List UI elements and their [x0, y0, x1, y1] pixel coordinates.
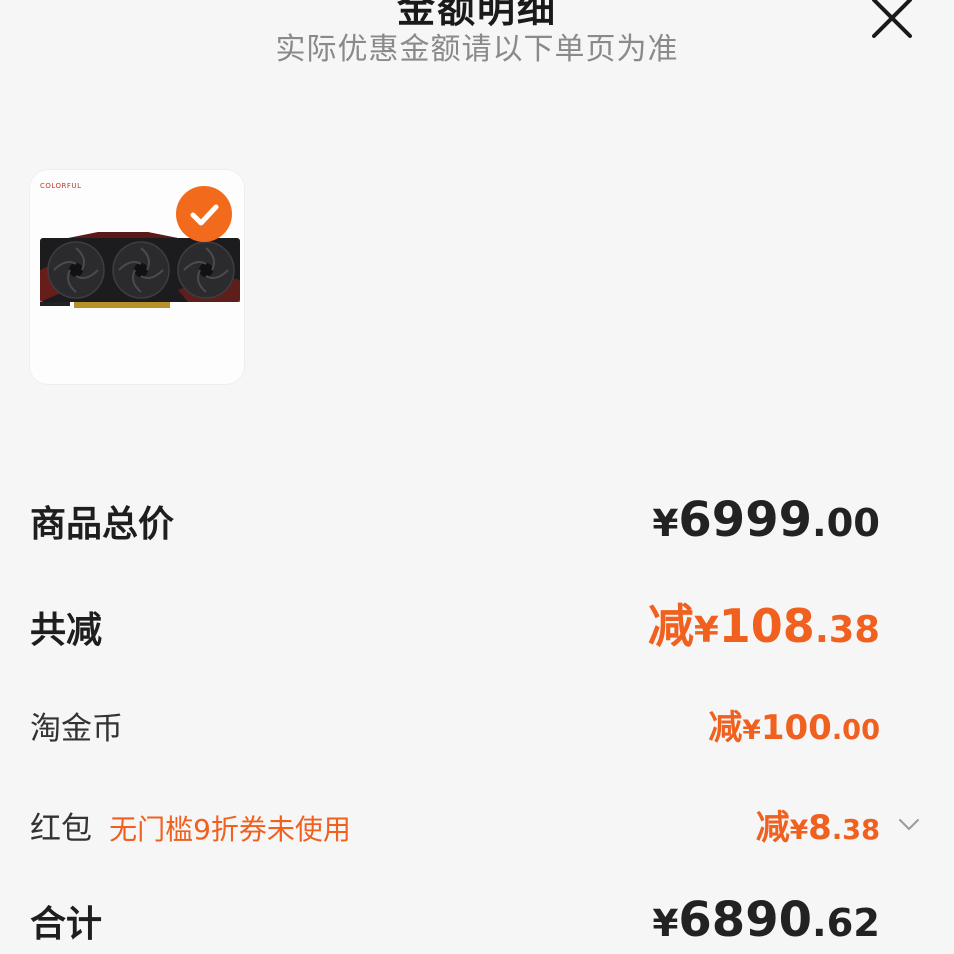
selected-check-badge[interactable] — [176, 186, 232, 242]
check-icon — [190, 204, 219, 226]
redpack-value: 减¥8.38 — [755, 808, 880, 848]
grand-total-row: 合计 ¥6890.62 — [30, 892, 880, 948]
close-icon — [872, 0, 912, 38]
taojinbi-label: 淘金币 — [30, 711, 123, 747]
grand-total-label: 合计 — [30, 904, 103, 945]
sheet-subtitle: 实际优惠金额请以下单页为准 — [275, 32, 679, 67]
close-button[interactable] — [868, 0, 916, 42]
total-discount-value: 减¥108.38 — [647, 599, 880, 653]
graphics-card-image — [40, 232, 240, 308]
grand-total-value: ¥6890.62 — [652, 892, 880, 948]
redpack-label: 红包 — [30, 811, 92, 847]
taojinbi-value: 减¥100.00 — [708, 708, 880, 748]
redpack-hint: 无门槛9折券未使用 — [109, 813, 351, 846]
redpack-expand[interactable]: 减¥8.38 — [756, 800, 920, 849]
total-discount-label: 共减 — [30, 610, 103, 651]
redpack-row[interactable]: 红包 无门槛9折券未使用 减¥8.38 — [30, 800, 920, 849]
chevron-down-icon[interactable] — [898, 818, 920, 832]
total-price-row: 商品总价 ¥6999.00 — [30, 492, 880, 548]
total-discount-row: 共减 减¥108.38 — [30, 590, 880, 656]
redpack-label-group: 红包 无门槛9折券未使用 — [30, 803, 351, 848]
amount-detail-sheet: 金额明细 实际优惠金额请以下单页为准 COLORFUL 商品总价 ¥6999.0… — [0, 0, 954, 954]
brand-logo: COLORFUL — [40, 182, 82, 190]
product-thumbnail[interactable]: COLORFUL — [30, 170, 244, 384]
total-price-value: ¥6999.00 — [652, 492, 880, 548]
total-price-label: 商品总价 — [30, 504, 175, 545]
taojinbi-row: 淘金币 减¥100.00 — [30, 700, 880, 749]
